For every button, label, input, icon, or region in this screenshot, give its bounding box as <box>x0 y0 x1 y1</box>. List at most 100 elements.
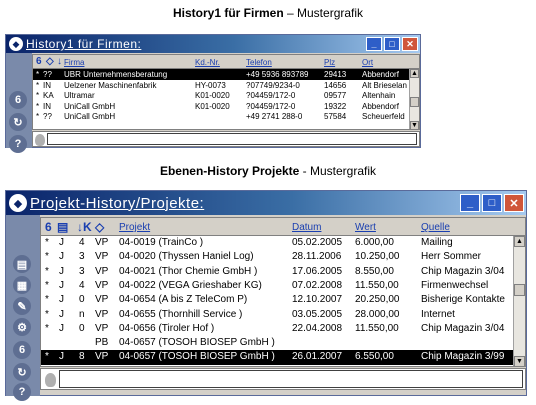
scroll-up-arrow-icon[interactable]: ▲ <box>410 69 419 78</box>
app-logo-icon: ◆ <box>9 37 23 51</box>
table-row[interactable]: * J 4 VP 04-0022 (VEGA Grieshaber KG) 07.02.2… <box>41 279 525 293</box>
history-nav-icon[interactable]: 6 <box>13 341 31 359</box>
history1-search-input[interactable] <box>47 133 417 145</box>
table-row[interactable]: * IN UniCall GmbH K01-0020 ?04459/172-0 19322… <box>33 101 419 112</box>
cell-quelle: Firmenwechsel <box>421 279 489 291</box>
cell-c2: 8 <box>79 351 85 363</box>
caption-projekte-bold: Ebenen-History Projekte <box>159 164 300 178</box>
table-row[interactable]: * J 0 VP 04-0654 (A bis Z TeleCom P) 12.10.20… <box>41 293 525 307</box>
cell-c3: VP <box>95 279 109 291</box>
help-icon[interactable]: ? <box>13 383 31 401</box>
col-datum[interactable]: Datum <box>292 222 321 233</box>
sort-arrow-icon[interactable]: ↓ <box>57 56 62 67</box>
cell-st: IN <box>43 80 51 90</box>
cell-firma: UniCall GmbH <box>64 101 116 111</box>
history1-titlebar: ◆ History1 für Firmen: _ □ ✕ <box>6 35 420 53</box>
table-row[interactable]: * IN Uelzener Maschinenfabrik HY-0073 ?07749… <box>33 80 419 91</box>
table-row[interactable]: * J 0 VP 04-0656 (Tiroler Hof ) 22.04.2008 11.… <box>41 322 525 336</box>
col-kdnr[interactable]: Kd.-Nr. <box>195 58 220 67</box>
col-plz[interactable]: Plz <box>324 58 335 67</box>
table-row[interactable]: * KA Ultramar K01-0020 ?04459/172-0 09577 Alte… <box>33 90 419 101</box>
edit-icon[interactable]: ✎ <box>13 297 31 315</box>
col-projekt[interactable]: Projekt <box>119 222 150 233</box>
maximize-button[interactable]: □ <box>482 194 502 212</box>
cell-datum: 22.04.2008 <box>292 322 343 334</box>
cell-projekt: 04-0654 (A bis Z TeleCom P) <box>119 294 248 306</box>
cell-telefon: ?04459/172-0 <box>246 101 296 111</box>
col-firma[interactable]: Firma <box>64 58 84 67</box>
col-quelle[interactable]: Quelle <box>421 222 450 233</box>
cell-c1: J <box>59 279 64 291</box>
table-row[interactable]: * J 8 VP 04-0657 (TOSOH BIOSEP GmbH ) 26.01.2… <box>41 350 525 365</box>
cell-kdnr: K01-0020 <box>195 91 230 100</box>
cell-kdnr: HY-0073 <box>195 80 226 90</box>
cell-wert: 8.550,00 <box>355 265 394 277</box>
table-row[interactable]: *?? UniCall GmbH +49 2741 288-0 57584 Scheue… <box>33 111 419 122</box>
history1-scrollbar[interactable]: ▲ ▼ <box>409 69 419 129</box>
cell-wert: 11.550,00 <box>355 322 399 334</box>
sort-diamond-icon[interactable]: ◇ <box>46 56 54 67</box>
cell-projekt: 04-0020 (Thyssen Haniel Log) <box>119 251 254 263</box>
col-ort[interactable]: Ort <box>362 58 373 67</box>
refresh-icon[interactable]: ↻ <box>9 113 27 131</box>
col-telefon[interactable]: Telefon <box>246 58 272 67</box>
table-row[interactable]: PB 04-0657 (TOSOH BIOSEP GmbH ) <box>41 336 525 350</box>
cell-quelle: Chip Magazin 3/04 <box>421 265 505 277</box>
cell-projekt: 04-0657 (TOSOH BIOSEP GmbH ) <box>119 351 275 363</box>
scroll-down-arrow-icon[interactable]: ▼ <box>410 121 419 129</box>
refresh-icon[interactable]: ↻ <box>13 363 31 381</box>
cell-flag: * <box>45 294 49 306</box>
sort-diamond-icon[interactable]: ◇ <box>95 220 104 234</box>
projekte-title: Projekt-History/Projekte: <box>30 194 205 212</box>
table-row[interactable]: * Jn VP 04-0655 (Thornhill Service ) 03.05.2… <box>41 308 525 322</box>
table-row[interactable]: * J 4 VP 04-0019 (TrainCo ) 05.02.2005 6.000,0… <box>41 236 525 250</box>
history-nav-icon[interactable]: 6 <box>9 91 27 109</box>
cell-projekt: 04-0655 (Thornhill Service ) <box>119 308 243 320</box>
history1-header: 6 ◇ ↓ Firma Kd.-Nr. Telefon Plz Ort <box>33 55 419 69</box>
projekte-titlebar: ◆ Projekt-History/Projekte: _ □ ✕ <box>6 191 526 215</box>
cell-c2: 3 <box>79 251 85 263</box>
clipboard-icon[interactable]: ▤ <box>13 255 31 273</box>
cell-datum: 17.06.2005 <box>292 265 343 277</box>
maximize-button[interactable]: □ <box>384 37 400 51</box>
settings-icon[interactable]: ⚙ <box>13 318 31 336</box>
history-column-icon[interactable]: 6 <box>36 56 42 67</box>
minimize-button[interactable]: _ <box>366 37 382 51</box>
scroll-thumb[interactable] <box>410 97 419 107</box>
cell-c3: PB <box>95 337 109 349</box>
cell-projekt: 04-0019 (TrainCo ) <box>119 237 204 248</box>
table-row[interactable]: *?? UBR Unternehmensberatung +49 5936 8937… <box>33 69 419 80</box>
cell-flag: * <box>45 322 49 334</box>
cell-plz: 29413 <box>324 70 347 79</box>
cell-wert: 10.250,00 <box>355 251 400 263</box>
cell-firma: UniCall GmbH <box>64 112 116 121</box>
cell-firma: Uelzener Maschinenfabrik <box>64 80 157 90</box>
cell-flag: * <box>45 237 49 248</box>
list-column-icon[interactable]: ▤ <box>57 220 68 234</box>
scroll-thumb[interactable] <box>514 284 525 296</box>
close-button[interactable]: ✕ <box>504 194 524 212</box>
window-controls: _ □ ✕ <box>366 37 418 51</box>
document-icon[interactable]: ▦ <box>13 276 31 294</box>
cell-telefon: +49 5936 893789 <box>246 70 309 79</box>
help-icon[interactable]: ? <box>9 135 27 153</box>
caption-history1: History1 für Firmen – Mustergrafik <box>0 6 536 20</box>
col-wert[interactable]: Wert <box>355 222 376 233</box>
table-row[interactable]: * J 3 VP 04-0021 (Thor Chemie GmbH ) 17.06.20… <box>41 265 525 279</box>
minimize-button[interactable]: _ <box>460 194 480 212</box>
projekte-search-input[interactable] <box>59 370 523 388</box>
table-row[interactable]: * J 3 VP 04-0020 (Thyssen Haniel Log) 28.11.2… <box>41 250 525 264</box>
history1-sidebar: 6 ↻ ? <box>6 53 32 153</box>
cell-datum: 07.02.2008 <box>292 279 343 291</box>
scroll-up-arrow-icon[interactable]: ▲ <box>514 236 525 247</box>
cell-projekt: 04-0656 (Tiroler Hof ) <box>119 322 215 334</box>
projekte-scrollbar[interactable]: ▲ ▼ <box>513 236 525 366</box>
cell-quelle: Chip Magazin 3/04 <box>421 322 505 334</box>
cell-quelle: Chip Magazin 3/99 <box>421 351 505 363</box>
caption-projekte: Ebenen-History Projekte - Mustergrafik <box>0 164 536 178</box>
scroll-down-arrow-icon[interactable]: ▼ <box>514 356 525 366</box>
cell-flag: * <box>36 70 40 79</box>
history-column-icon[interactable]: 6 <box>45 220 52 234</box>
sort-arrow-icon[interactable]: ↓K <box>77 220 92 234</box>
close-button[interactable]: ✕ <box>402 37 418 51</box>
